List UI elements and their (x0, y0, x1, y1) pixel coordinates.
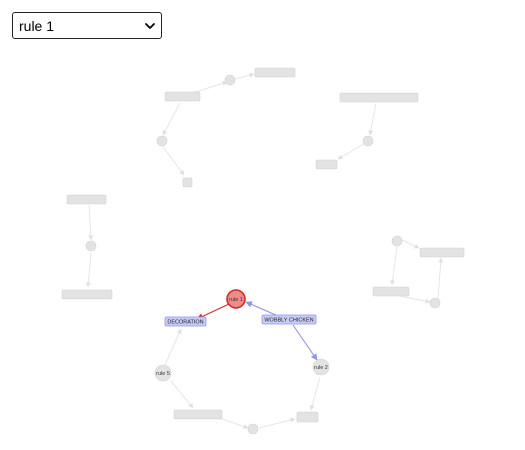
ghost-edge (234, 72, 255, 80)
ghost-rule-node[interactable] (85, 240, 97, 252)
ghost-edge (309, 376, 321, 411)
rule-node-2-label: rule 2 (314, 365, 328, 371)
ghost-tag-node[interactable] (164, 91, 201, 102)
ghost-tag-node[interactable] (419, 247, 465, 258)
ghost-edge (221, 418, 249, 429)
ghost-edge (368, 102, 377, 136)
ghost-edge (85, 251, 92, 288)
ghost-rule-node[interactable] (247, 423, 259, 435)
ghost-tag-node[interactable] (296, 411, 319, 423)
wobbly-edge-to-rule-1 (245, 301, 279, 317)
ghost-edge (162, 102, 181, 136)
wobbly-edge-to-rule-2 (292, 324, 318, 361)
ghost-edge (437, 257, 444, 300)
tag-node-wobbly-chicken[interactable]: WOBBLY CHICKEN (261, 314, 317, 325)
ghost-rule-node[interactable] (362, 135, 374, 147)
ghost-tag-node[interactable] (339, 92, 419, 103)
ghost-edge (88, 204, 94, 241)
ghost-tag-node[interactable] (66, 194, 107, 205)
rule-node-5-label: rule 5 (156, 371, 170, 377)
rule-graph: rule 1 DECORATION WOBBLY CHICKEN rule 2 … (61, 67, 465, 435)
ghost-tag-node[interactable] (254, 67, 296, 78)
ghost-cluster-top-right (315, 92, 419, 170)
tag-node-decoration-label: DECORATION (167, 320, 203, 326)
ghost-cluster-right (372, 235, 465, 309)
tag-node-wobbly-label: WOBBLY CHICKEN (264, 318, 313, 324)
ghost-tag-node[interactable] (372, 286, 410, 297)
ghost-edge (401, 239, 420, 249)
ghost-cluster-top-left (156, 67, 296, 188)
ghost-tag-node[interactable] (182, 177, 193, 188)
rule-node-2[interactable]: rule 2 (312, 358, 330, 376)
ghost-rule-node[interactable] (156, 135, 168, 147)
rule-node-active-label: rule 1 (229, 297, 243, 303)
ghost-edge (390, 245, 398, 286)
ghost-edge (164, 328, 182, 366)
rule-node-active[interactable]: rule 1 (226, 289, 246, 309)
ghost-rule-node[interactable] (224, 74, 236, 86)
ghost-rule-node[interactable] (391, 235, 403, 247)
ghost-edge (170, 380, 194, 409)
ghost-cluster-bottom (164, 328, 321, 435)
rule-node-5[interactable]: rule 5 (154, 364, 172, 382)
ghost-cluster-left (61, 194, 113, 300)
ghost-edge (258, 417, 296, 429)
ghost-edge (337, 143, 365, 160)
ghost-tag-node[interactable] (315, 159, 338, 170)
tag-node-decoration[interactable]: DECORATION (164, 316, 207, 327)
ghost-tag-node[interactable] (61, 289, 113, 300)
ghost-edge (162, 146, 185, 176)
ghost-tag-node[interactable] (173, 409, 223, 420)
ghost-rule-node[interactable] (429, 297, 441, 309)
